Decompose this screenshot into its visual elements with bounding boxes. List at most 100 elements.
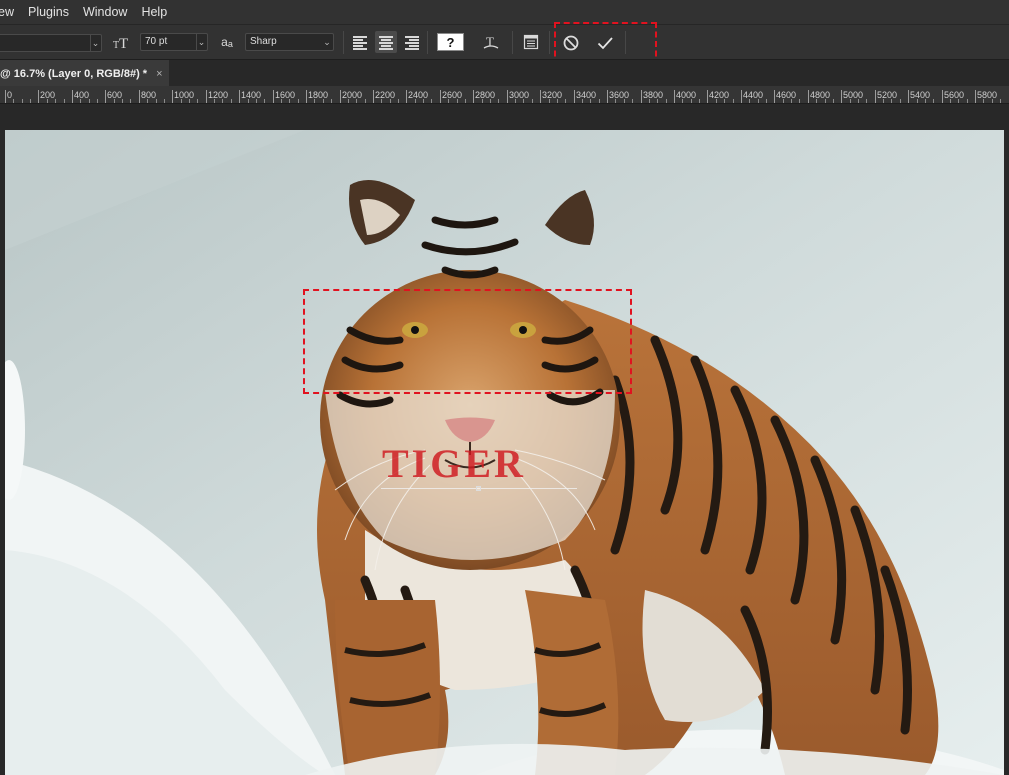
ruler-label: 5000 [843, 90, 864, 100]
ruler-major-tick [574, 90, 575, 103]
antialias-value: Sharp [250, 36, 277, 47]
text-size-icon: T T [112, 33, 132, 51]
ruler-major-tick [875, 90, 876, 103]
warp-text-icon[interactable]: T [481, 32, 501, 52]
chevron-down-icon: ⌄ [323, 36, 331, 47]
font-size-value: 70 pt [145, 36, 168, 47]
ruler-label: 4800 [810, 90, 831, 100]
ruler-label: 2200 [375, 90, 396, 100]
ruler-major-tick [406, 90, 407, 103]
antialias-icon-big: a [221, 35, 228, 49]
ruler-label: 3400 [576, 90, 597, 100]
ruler-label: 1200 [208, 90, 229, 100]
document-canvas[interactable]: TIGER [5, 130, 1004, 775]
ruler-major-tick [72, 90, 73, 103]
ruler-label: 1400 [241, 90, 262, 100]
ruler-major-tick [540, 90, 541, 103]
ruler-major-tick [473, 90, 474, 103]
ruler-label: 5800 [977, 90, 998, 100]
menu-view[interactable]: ew [0, 5, 21, 19]
ruler-label: 2800 [475, 90, 496, 100]
divider [549, 31, 550, 54]
close-icon[interactable]: × [156, 68, 162, 80]
ruler-label: 400 [74, 90, 90, 100]
photoshop-window: ew Plugins Window Help ⌄ T T 70 pt ⌄ aa … [0, 0, 1009, 775]
antialias-icon: aa [218, 34, 236, 50]
ruler-label: 4000 [676, 90, 697, 100]
ruler-label: 5600 [944, 90, 965, 100]
ruler-major-tick [507, 90, 508, 103]
ruler-major-tick [172, 90, 173, 103]
font-style-dropdown[interactable]: ⌄ [0, 34, 102, 52]
ruler-major-tick [38, 90, 39, 103]
ruler-major-tick [5, 90, 6, 103]
text-color-swatch[interactable]: ? [437, 33, 464, 51]
ruler-major-tick [741, 90, 742, 103]
ruler-label: 800 [141, 90, 157, 100]
svg-text:T: T [119, 36, 128, 50]
divider [625, 31, 626, 54]
ruler-label: 5400 [910, 90, 931, 100]
ruler-label: 4600 [776, 90, 797, 100]
ruler-major-tick [808, 90, 809, 103]
workspace: TIGER [0, 104, 1009, 775]
options-bar: ⌄ T T 70 pt ⌄ aa Sharp ⌄ ? T [0, 24, 1009, 59]
text-anchor-point[interactable] [476, 486, 481, 491]
ruler-label: 2000 [342, 90, 363, 100]
ruler-major-tick [774, 90, 775, 103]
menu-help[interactable]: Help [134, 5, 174, 19]
ruler-major-tick [373, 90, 374, 103]
align-left-icon[interactable] [349, 31, 371, 53]
chevron-down-icon: ⌄ [196, 33, 206, 51]
menu-window[interactable]: Window [76, 5, 134, 19]
align-right-icon[interactable] [401, 31, 423, 53]
document-tab-bar: @ 16.7% (Layer 0, RGB/8#) * × [0, 59, 1009, 87]
character-paragraph-panel-icon[interactable] [522, 33, 540, 51]
ruler-major-tick [841, 90, 842, 103]
ruler-major-tick [306, 90, 307, 103]
ruler-label: 2400 [408, 90, 429, 100]
ruler-major-tick [440, 90, 441, 103]
antialias-dropdown[interactable]: Sharp ⌄ [245, 33, 334, 51]
chevron-down-icon: ⌄ [90, 34, 100, 52]
ruler-major-tick [641, 90, 642, 103]
ruler-label: 2600 [442, 90, 463, 100]
divider [512, 31, 513, 54]
align-center-icon[interactable] [375, 31, 397, 53]
ruler-major-tick [975, 90, 976, 103]
divider [343, 31, 344, 54]
ruler-label: 4200 [709, 90, 730, 100]
divider [427, 31, 428, 54]
commit-check-icon[interactable] [594, 32, 616, 54]
ruler-label: 1800 [308, 90, 329, 100]
ruler-major-tick [942, 90, 943, 103]
ruler-major-tick [139, 90, 140, 103]
horizontal-ruler[interactable]: 0 200 400 600 800 1000 1200 1400 1600 1800 2000 220… [0, 86, 1009, 104]
ruler-label: 3600 [609, 90, 630, 100]
ruler-major-tick [340, 90, 341, 103]
ruler-label: 3200 [542, 90, 563, 100]
color-swatch-glyph: ? [446, 34, 455, 50]
cancel-icon[interactable] [560, 32, 582, 54]
document-tab[interactable]: @ 16.7% (Layer 0, RGB/8#) * × [0, 60, 169, 87]
text-layer-tiger[interactable]: TIGER [382, 444, 526, 484]
ruler-major-tick [105, 90, 106, 103]
ruler-label: 5200 [877, 90, 898, 100]
ruler-major-tick [206, 90, 207, 103]
ruler-major-tick [273, 90, 274, 103]
ruler-label: 0 [7, 90, 13, 100]
ruler-major-tick [607, 90, 608, 103]
menu-bar: ew Plugins Window Help [0, 0, 1009, 24]
ruler-label: 4400 [743, 90, 764, 100]
ruler-major-tick [674, 90, 675, 103]
ruler-major-tick [908, 90, 909, 103]
ruler-label: 1000 [174, 90, 195, 100]
font-size-field[interactable]: 70 pt ⌄ [140, 33, 208, 51]
ruler-label: 1600 [275, 90, 296, 100]
ruler-label: 3000 [509, 90, 530, 100]
ruler-major-tick [707, 90, 708, 103]
menu-plugins[interactable]: Plugins [21, 5, 76, 19]
ruler-label: 3800 [643, 90, 664, 100]
ruler-major-tick [239, 90, 240, 103]
document-tab-title: @ 16.7% (Layer 0, RGB/8#) * [0, 67, 148, 80]
